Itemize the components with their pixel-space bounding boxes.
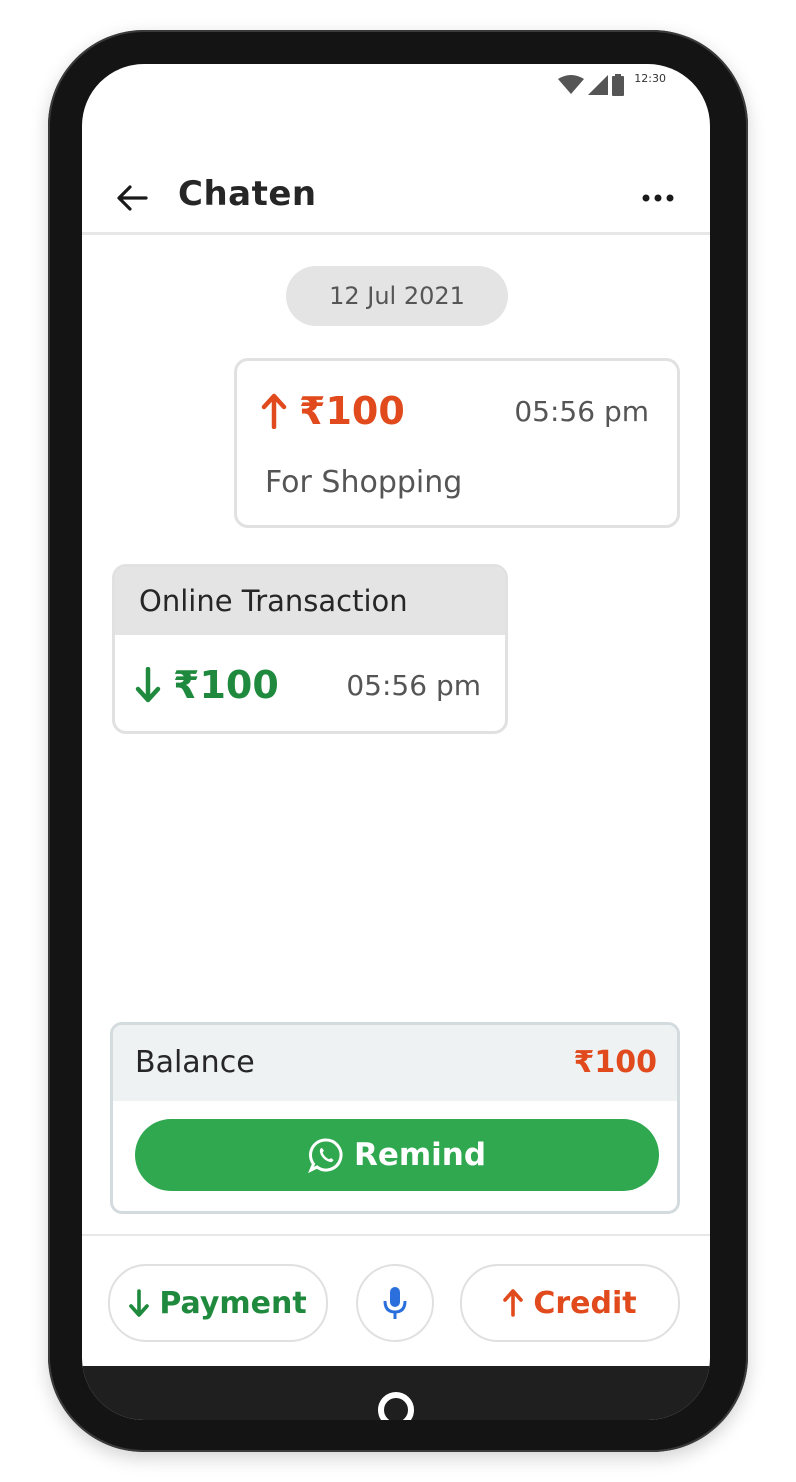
arrow-down-icon	[129, 1289, 150, 1317]
signal-icon	[588, 75, 608, 95]
status-time: 12:30	[634, 72, 666, 85]
sent-amount: ₹100	[261, 389, 405, 433]
balance-row: Balance ₹100	[113, 1025, 677, 1101]
wifi-icon	[558, 75, 584, 94]
credit-label: Credit	[533, 1285, 637, 1321]
divider	[82, 1234, 710, 1236]
home-button[interactable]	[378, 1392, 414, 1420]
arrow-up-icon	[261, 393, 287, 429]
sent-transaction-card[interactable]: ₹100 05:56 pm For Shopping	[234, 358, 680, 528]
sent-amount-value: ₹100	[299, 389, 405, 433]
phone-frame: 12:30 Chaten 12 Jul 2021 ₹100 05:56 pm F…	[48, 30, 748, 1452]
more-options-button[interactable]	[638, 178, 678, 218]
chat-header: Chaten	[82, 108, 710, 235]
sent-note: For Shopping	[265, 465, 463, 500]
credit-button[interactable]: Credit	[460, 1264, 680, 1342]
whatsapp-icon	[308, 1138, 343, 1173]
remind-button[interactable]: Remind	[135, 1119, 659, 1191]
received-amount-value: ₹100	[173, 663, 279, 707]
back-button[interactable]	[112, 178, 152, 218]
date-chip: 12 Jul 2021	[286, 266, 508, 326]
payment-button[interactable]: Payment	[108, 1264, 328, 1342]
more-horizontal-icon	[642, 194, 674, 202]
microphone-icon	[383, 1287, 407, 1319]
arrow-left-icon	[117, 185, 148, 211]
payment-label: Payment	[159, 1285, 307, 1321]
battery-icon	[612, 74, 624, 96]
sent-time: 05:56 pm	[514, 395, 649, 428]
balance-label: Balance	[135, 1045, 255, 1080]
arrow-down-icon	[135, 667, 161, 703]
received-time: 05:56 pm	[346, 669, 481, 702]
received-title: Online Transaction	[115, 567, 505, 635]
received-amount: ₹100	[135, 663, 279, 707]
balance-card: Balance ₹100 Remind	[110, 1022, 680, 1214]
screen: 12:30 Chaten 12 Jul 2021 ₹100 05:56 pm F…	[82, 64, 710, 1420]
status-icons	[558, 74, 624, 96]
received-transaction-card[interactable]: Online Transaction ₹100 05:56 pm	[112, 564, 508, 734]
status-bar: 12:30	[82, 64, 710, 108]
arrow-up-icon	[503, 1289, 524, 1317]
balance-value: ₹100	[573, 1045, 658, 1080]
page-title: Chaten	[178, 174, 317, 214]
remind-label: Remind	[353, 1137, 487, 1173]
voice-input-button[interactable]	[356, 1264, 434, 1342]
